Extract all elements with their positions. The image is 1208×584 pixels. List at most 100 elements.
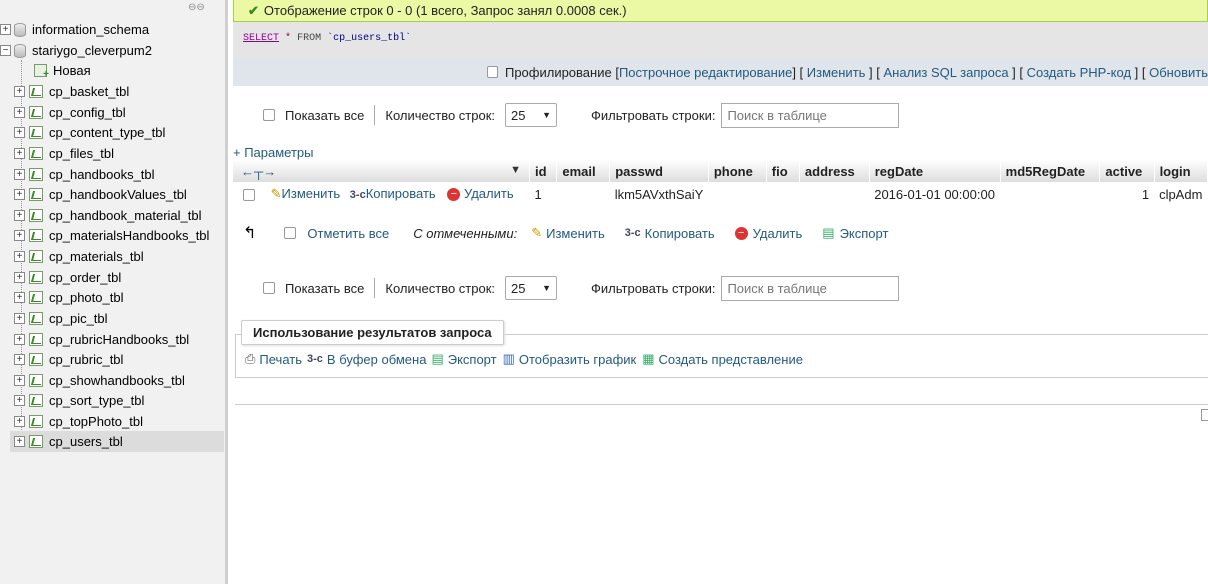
print-icon[interactable]: ⎙ — [245, 351, 255, 367]
sidebar-item-information-schema[interactable]: + information_schema — [0, 19, 224, 40]
delete-icon[interactable]: − — [734, 226, 748, 240]
sidebar-item-label[interactable]: cp_sort_type_tbl — [49, 393, 144, 408]
copy-to-clipboard-link[interactable]: В буфер обмена — [327, 352, 427, 367]
collapse-icon[interactable]: − — [0, 45, 11, 56]
column-resize-arrows-icon[interactable]: ←┬→ — [241, 164, 276, 179]
sidebar-item-table[interactable]: + cp_showhandbooks_tbl — [0, 370, 224, 391]
column-header[interactable]: id — [529, 160, 558, 182]
sql-keyword[interactable]: SELECT — [243, 33, 279, 44]
pencil-icon[interactable]: ✎ — [531, 225, 542, 241]
sidebar-item-table[interactable]: + cp_config_tbl — [0, 102, 224, 123]
expand-icon[interactable]: + — [14, 86, 25, 97]
sidebar-item-label[interactable]: cp_topPhoto_tbl — [49, 414, 143, 429]
sidebar-item-table[interactable]: + cp_handbookValues_tbl — [0, 184, 224, 205]
cell-md5regdate[interactable] — [1000, 182, 1100, 206]
export-link[interactable]: Экспорт — [448, 352, 497, 367]
sidebar-item-label[interactable]: cp_content_type_tbl — [49, 125, 165, 140]
create-view-link[interactable]: Создать представление — [659, 352, 803, 367]
show-all-checkbox[interactable] — [263, 282, 275, 294]
table-icon[interactable] — [29, 394, 43, 407]
sidebar-item-table[interactable]: + cp_photo_tbl — [0, 287, 224, 308]
sidebar-item-label[interactable]: cp_users_tbl — [49, 434, 123, 449]
export-icon[interactable]: ▤ — [822, 225, 834, 241]
delete-icon[interactable]: − — [447, 188, 461, 202]
expand-icon[interactable]: + — [14, 416, 25, 427]
cell-regdate[interactable]: 2016-01-01 00:00:00 — [869, 182, 1000, 206]
sidebar-item-table[interactable]: + cp_pic_tbl — [0, 308, 224, 329]
sidebar-item-label[interactable]: cp_photo_tbl — [49, 290, 123, 305]
expand-icon[interactable]: + — [14, 375, 25, 386]
column-header[interactable]: fio — [766, 160, 800, 182]
table-icon[interactable] — [29, 312, 43, 325]
sidebar-item-table[interactable]: + cp_basket_tbl — [0, 81, 224, 102]
sidebar-item-new[interactable]: Новая — [0, 60, 224, 81]
row-count-select[interactable]: 25 ▼ — [505, 276, 558, 300]
delete-row-link[interactable]: Удалить — [464, 186, 514, 201]
sidebar-item-label[interactable]: cp_order_tbl — [49, 270, 121, 285]
cell-phone[interactable] — [708, 182, 766, 206]
table-icon[interactable] — [29, 106, 43, 119]
sidebar-item-label[interactable]: Новая — [53, 63, 91, 78]
expand-icon[interactable]: + — [14, 107, 25, 118]
sidebar-item-label[interactable]: cp_pic_tbl — [49, 311, 108, 326]
expand-icon[interactable]: + — [14, 127, 25, 138]
filter-rows-input[interactable]: Поиск в таблице — [721, 275, 900, 301]
create-php-code-link[interactable]: Создать PHP-код — [1027, 65, 1131, 80]
sidebar-item-label[interactable]: cp_showhandbooks_tbl — [49, 373, 185, 388]
sidebar-item-table[interactable]: + cp_sort_type_tbl — [0, 390, 224, 411]
table-icon[interactable] — [29, 333, 43, 346]
table-icon[interactable] — [29, 147, 43, 160]
cell-active[interactable]: 1 — [1100, 182, 1154, 206]
show-all-label[interactable]: Показать все — [285, 108, 364, 123]
sidebar-item-table[interactable]: + cp_topPhoto_tbl — [0, 411, 224, 432]
sort-dropdown-icon[interactable]: ▼ — [510, 164, 521, 176]
column-header[interactable]: regDate — [869, 160, 1001, 182]
sidebar-item-table[interactable]: + cp_materials_tbl — [0, 246, 224, 267]
console-toggle-icon[interactable] — [1201, 409, 1208, 421]
clipboard-icon[interactable]: 3‑c — [307, 353, 323, 365]
sidebar-item-table[interactable]: + cp_handbook_material_tbl — [0, 205, 224, 226]
copy-icon[interactable]: 3‑c — [350, 189, 366, 201]
link-icon[interactable]: ⊖⊖ — [188, 2, 205, 13]
sidebar-item-table[interactable]: + cp_handbooks_tbl — [0, 164, 224, 185]
expand-icon[interactable]: + — [14, 272, 25, 283]
sidebar-item-label[interactable]: cp_materialsHandbooks_tbl — [49, 228, 209, 243]
cell-passwd[interactable]: lkm5AVxthSaiY — [610, 182, 709, 206]
expand-icon[interactable]: + — [14, 436, 25, 447]
table-icon[interactable] — [29, 85, 43, 98]
pencil-icon[interactable]: ✎ — [271, 186, 282, 201]
edit-selected-button[interactable]: Изменить — [546, 226, 605, 241]
expand-icon[interactable]: + — [14, 210, 25, 221]
sidebar-item-table[interactable]: + cp_rubricHandbooks_tbl — [0, 329, 224, 350]
copy-icon[interactable]: 3‑c — [625, 227, 641, 239]
parameters-toggle[interactable]: + Параметры — [233, 145, 314, 160]
profiling-checkbox[interactable] — [487, 66, 498, 78]
expand-icon[interactable]: + — [14, 148, 25, 159]
column-header[interactable]: address — [799, 160, 870, 182]
expand-icon[interactable]: + — [14, 251, 25, 262]
table-icon[interactable] — [29, 229, 43, 242]
column-header[interactable]: email — [556, 160, 611, 182]
table-icon[interactable] — [29, 435, 43, 448]
refresh-link[interactable]: Обновить — [1149, 65, 1208, 80]
check-all-label[interactable]: Отметить все — [307, 226, 389, 241]
show-all-label[interactable]: Показать все — [285, 281, 364, 296]
sidebar-item-label[interactable]: cp_materials_tbl — [49, 249, 144, 264]
expand-icon[interactable]: + — [14, 354, 25, 365]
cell-login[interactable]: clpAdm — [1154, 182, 1207, 206]
sidebar-item-label[interactable]: cp_handbooks_tbl — [49, 167, 155, 182]
cell-id[interactable]: 1 — [530, 182, 557, 206]
sidebar-item-label[interactable]: cp_files_tbl — [49, 146, 114, 161]
expand-icon[interactable]: + — [14, 334, 25, 345]
sidebar-item-table[interactable]: + cp_files_tbl — [0, 143, 224, 164]
copy-row-link[interactable]: Копировать — [366, 186, 436, 201]
table-icon[interactable] — [29, 188, 43, 201]
export-icon[interactable]: ▤ — [431, 351, 443, 367]
sidebar-item-label[interactable]: information_schema — [32, 22, 149, 37]
print-link[interactable]: Печать — [259, 352, 302, 367]
display-chart-link[interactable]: Отобразить график — [519, 352, 636, 367]
expand-icon[interactable]: + — [14, 230, 25, 241]
chart-icon[interactable]: ▥ — [503, 351, 515, 367]
table-icon[interactable] — [29, 209, 43, 222]
row-checkbox[interactable] — [243, 188, 255, 201]
